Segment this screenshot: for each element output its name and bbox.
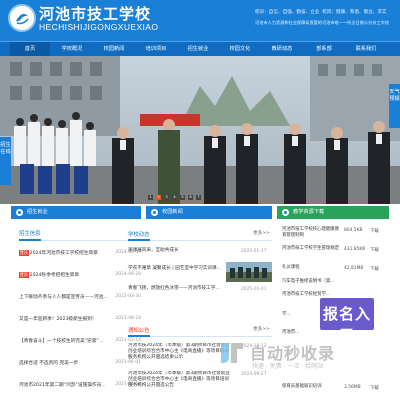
registration-entry-button[interactable]: 报名入口 <box>318 296 376 344</box>
banner-dot[interactable]: 2 <box>156 195 161 200</box>
section-icon <box>282 209 289 216</box>
list-item-date: 2025-01-17 <box>241 249 267 254</box>
file-size: 804.5KB <box>344 228 363 233</box>
list-item-title[interactable]: 青春飞扬，燃放红色冰雪——河池市技工学... <box>128 286 233 292</box>
download-item[interactable]: 礼仪课程 42.81MB 下载 <box>282 265 386 272</box>
nav-research[interactable]: 教研动态 <box>262 42 302 57</box>
list-item[interactable]: 速课展风采，互助共成长 2025-01-17 <box>128 248 272 254</box>
list-item[interactable]: 选择合适 不选贵的 完美一步 2021-06-01 <box>19 360 141 370</box>
list-item-title[interactable]: 【青春奋斗】一个技校生的完美“逆袭”... <box>19 338 103 344</box>
file-size: 42.81MB <box>344 266 364 271</box>
list-item-title[interactable]: 又是一年迎新季！2023级新生报到！ <box>19 316 97 322</box>
banner-slideshow[interactable]: 1 2 3 4 5 6 7 <box>0 56 400 204</box>
panel-divider <box>128 239 272 241</box>
nav-news[interactable]: 校园新闻 <box>94 42 134 57</box>
float-admissions-online[interactable]: 招生在线 <box>0 137 11 185</box>
school-motto: 校训：自信、自强、勤奋、立业 校风：健康、和谐、敬业、求实 <box>255 9 387 15</box>
download-item[interactable]: 保育员基础知识培训 3.56MB 下载 <box>282 384 386 391</box>
more-link[interactable]: 更多>> <box>253 230 270 236</box>
nav-about[interactable]: 学校概况 <box>52 42 92 57</box>
list-item-title[interactable]: 学农不难草 凝聚成长 | 园艺室中学习实训课... <box>128 266 233 272</box>
list-item-title[interactable]: 速课展风采，互助共成长 <box>128 248 233 254</box>
section-bar-admissions[interactable]: 招生就业 <box>11 206 141 219</box>
section-icon <box>16 209 23 216</box>
download-link[interactable]: 下载 <box>370 247 379 253</box>
download-title[interactable]: 河池市技工学校校心理健康教育管理制制 <box>282 227 340 239</box>
motto-right: 校风：健康、和谐、敬业、求实 <box>322 10 387 15</box>
list-item[interactable]: 青春飞扬，燃放红色冰雪——河池市技工学... 2025-01-01 <box>128 286 272 292</box>
section-bar-label: 校园新闻 <box>162 209 183 215</box>
file-size: 3.56MB <box>344 385 361 390</box>
news-thumbnail[interactable] <box>226 262 272 282</box>
panel-divider <box>19 239 141 241</box>
school-pinyin: HECHISHIJIGONGXUEXIAO <box>39 22 159 32</box>
list-item-title[interactable]: 2024秋季考招招生简章 <box>30 272 79 278</box>
section-bar-downloads[interactable]: 教学资源下载 <box>277 206 389 219</box>
list-item-title[interactable]: 2024年河池市技工学校招生简章 <box>30 250 98 256</box>
site-header: 河池市技工学校 HECHISHIJIGONGXUEXIAO 校训：自信、自强、勤… <box>0 0 400 41</box>
section-bar-label: 教学资源下载 <box>293 209 325 215</box>
file-size: 431.85KB <box>344 247 366 252</box>
banner-dot[interactable]: 6 <box>188 195 193 200</box>
list-item[interactable]: 置顶 2024年河池市技工学校招生简章 2024-03-09 <box>19 250 141 260</box>
list-item-title[interactable]: 河池市2021年第二期“鸿鹄”设施操作员... <box>19 382 106 388</box>
download-title[interactable]: 保育员基础知识培训 <box>282 384 340 390</box>
download-item[interactable]: 河池市技工学校学生管理规定 431.85KB 下载 <box>282 246 386 253</box>
watermark-subtext: 快速 · 免费 · 一次 · 给网站 <box>252 363 324 370</box>
banner-dot[interactable]: 7 <box>196 195 201 200</box>
panel-title-admissions: 招生信息 <box>19 231 41 237</box>
list-item-date: 2021-08-24 <box>115 316 141 321</box>
banner-pagination: 1 2 3 4 5 6 7 <box>148 195 201 200</box>
download-link[interactable]: 下载 <box>370 266 379 272</box>
watermark-logo-icon <box>221 343 243 363</box>
pinned-badge: 置顶 <box>19 272 29 278</box>
list-item-title[interactable]: 选择合适 不选贵的 完美一步 <box>19 360 78 366</box>
list-item-date: 2025-01-01 <box>241 287 267 292</box>
panel-title-news: 学校动态 <box>128 232 150 238</box>
more-link[interactable]: 更多>> <box>253 326 270 332</box>
main-nav: 首页 学校概况 校园新闻 培训项目 招生就业 校园文化 教研动态 部系部 联系我… <box>0 41 400 57</box>
download-link[interactable]: 下载 <box>370 228 379 234</box>
list-item-date: 2024-06-20 <box>115 272 141 277</box>
list-item-title[interactable]: 上下联动齐参与人人都是宣传员——河池... <box>19 294 108 300</box>
section-icon <box>151 209 158 216</box>
panel-title-notices: 通知公告 <box>128 328 150 334</box>
download-item[interactable]: 河池市技工学校校心理健康教育管理制制 804.5KB 下载 <box>282 227 386 239</box>
nav-contact[interactable]: 联系我们 <box>346 42 386 57</box>
list-item[interactable]: 河池市2021年第二期“鸿鹄”设施操作员... 2021-04-23 <box>19 382 141 392</box>
header-slogan: 河池市人力资源和社会保障局直管的河池市唯一一所全日制公办技工学校 <box>255 20 390 25</box>
banner-dot[interactable]: 5 <box>180 195 185 200</box>
section-bar-label: 招生就业 <box>27 209 48 215</box>
download-title[interactable]: 河池市技工学校学生管理规定 <box>282 246 340 252</box>
download-title[interactable]: 汽车电子维修说明书（第... <box>282 279 340 285</box>
banner-dot[interactable]: 4 <box>172 195 177 200</box>
nav-home[interactable]: 首页 <box>10 42 50 57</box>
banner-photo <box>0 56 400 204</box>
nav-departments[interactable]: 部系部 <box>304 42 344 57</box>
list-item-date: 2022-03-30 <box>115 294 141 299</box>
banner-dot[interactable]: 1 <box>148 195 153 200</box>
pinned-badge: 置顶 <box>19 250 29 256</box>
list-item[interactable]: 上下联动齐参与人人都是宣传员——河池... 2022-03-30 <box>19 294 141 304</box>
download-item[interactable]: 汽车电子维修说明书（第... <box>282 279 386 285</box>
motto-left: 校训：自信、自强、勤奋、立业 <box>255 10 320 15</box>
float-weather[interactable]: 天气预报 <box>389 84 400 128</box>
school-name: 河池市技工学校 <box>39 5 152 23</box>
list-item[interactable]: 又是一年迎新季！2023级新生报到！ 2021-08-24 <box>19 316 141 326</box>
watermark: 自动秒收录 快速 · 免费 · 一次 · 给网站 <box>217 336 387 376</box>
nav-admission[interactable]: 招生就业 <box>178 42 218 57</box>
school-logo-icon[interactable] <box>8 4 36 32</box>
nav-culture[interactable]: 校园文化 <box>220 42 260 57</box>
list-item[interactable]: 【青春奋斗】一个技校生的完美“逆袭”... 2021-03-14 <box>19 338 141 348</box>
banner-dot[interactable]: 3 <box>164 195 169 200</box>
list-item[interactable]: 置顶 2024秋季考招招生简章 2024-06-20 <box>19 272 141 282</box>
download-link[interactable]: 下载 <box>370 385 379 391</box>
download-title[interactable]: 礼仪课程 <box>282 265 340 271</box>
section-bar-news[interactable]: 校园新闻 <box>146 206 272 219</box>
nav-training[interactable]: 培训项目 <box>136 42 176 57</box>
